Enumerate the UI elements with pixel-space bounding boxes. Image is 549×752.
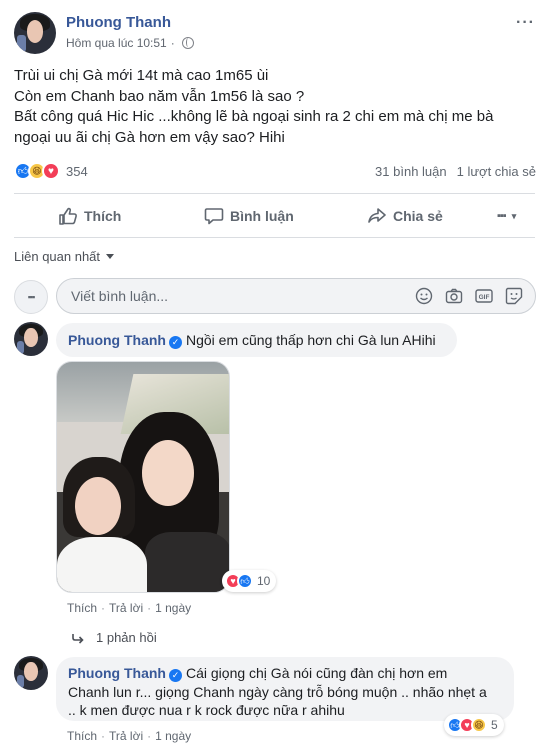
post-text-line: Trùi ui chị Gà mới 14t mà cao 1m65 ùi: [14, 67, 269, 84]
like-button-label: Thích: [84, 208, 122, 224]
post-meta: Hôm qua lúc 10:51 ·: [66, 36, 194, 50]
comment-text-line: .. k men được nua r k rock được nữa r ah…: [68, 702, 345, 718]
haha-reaction-icon: 😆︎: [471, 717, 487, 733]
comment-reply-link[interactable]: Trả lời: [109, 729, 143, 743]
comment-reaction-count: 5: [491, 718, 498, 732]
audience-icon: ▪▪▪: [497, 210, 507, 222]
composer-icons: GIF: [415, 287, 523, 305]
post-text-line: Còn em Chanh bao năm vẫn 1m56 là sao ?: [14, 87, 305, 105]
sticker-icon[interactable]: [505, 287, 523, 305]
comment-text-line: Chanh lun r... giọng Chanh ngày càng trỗ…: [68, 683, 487, 700]
like-button[interactable]: Thích: [58, 207, 121, 225]
comment-reactions[interactable]: ♥ 👍︎ 10: [222, 570, 277, 592]
comment-author-name[interactable]: Phuong Thanh: [68, 332, 166, 348]
post-text-line: Bất công quá Hic Hic ...không lẽ bà ngoạ…: [14, 108, 494, 125]
svg-text:GIF: GIF: [479, 294, 490, 301]
camera-icon[interactable]: [445, 287, 463, 305]
comment-like-link[interactable]: Thích: [67, 601, 97, 615]
post-author-name[interactable]: Phuong Thanh: [66, 14, 171, 31]
author-avatar[interactable]: [14, 12, 56, 54]
comment-author-name[interactable]: Phuong Thanh: [68, 665, 166, 681]
current-user-avatar[interactable]: ▪▪▪: [14, 280, 48, 314]
comment-filter-dropdown[interactable]: Liên quan nhất: [14, 249, 115, 264]
share-arrow-icon: [368, 208, 386, 223]
post-text-line: ngoại uu ãi chị Gà hơn em vậy sao? Hihi: [14, 128, 285, 146]
comment-actions: Thích · Trả lời · 1 ngày: [67, 729, 192, 743]
post-action-bar: Thích Bình luận Chia sẻ ▪▪▪ ▾: [0, 196, 549, 236]
emoji-icon[interactable]: [415, 287, 433, 305]
comment-time[interactable]: 1 ngày: [155, 729, 191, 743]
gif-icon[interactable]: GIF: [475, 287, 493, 305]
comment-reply-link[interactable]: Trả lời: [109, 601, 143, 615]
comment-bubble-icon: [204, 208, 224, 225]
comment-input-placeholder: Viết bình luận...: [71, 288, 169, 304]
share-audience-dropdown[interactable]: ▪▪▪ ▾: [497, 210, 516, 222]
comment-button[interactable]: Bình luận: [204, 207, 294, 225]
divider: [14, 237, 535, 238]
comment-bubble: Phuong Thanh ✓ Ngồi em cũng thấp hơn chi G…: [56, 323, 457, 357]
comment-like-link[interactable]: Thích: [67, 729, 97, 743]
comment-author-avatar[interactable]: [14, 656, 48, 690]
comments-count[interactable]: 31 bình luận: [375, 164, 447, 179]
verified-icon: ✓: [168, 336, 182, 349]
share-button[interactable]: Chia sẻ: [367, 207, 443, 225]
comment-time[interactable]: 1 ngày: [155, 601, 191, 615]
post-header: Phuong Thanh Hôm qua lúc 10:51 · ···: [0, 0, 549, 60]
comment-reactions[interactable]: 👍︎ ♥ 😆︎ 5: [444, 714, 504, 736]
comment-button-label: Bình luận: [230, 208, 294, 224]
reply-arrow-icon: [72, 633, 84, 644]
chevron-down-icon: ▾: [511, 210, 517, 221]
post-text: Trùi ui chị Gà mới 14t mà cao 1m65 ùi Cò…: [14, 66, 534, 148]
comment-reaction-count: 10: [257, 574, 271, 588]
more-horizontal-icon[interactable]: ···: [516, 14, 535, 32]
replies-count-label: 1 phản hồi: [96, 630, 157, 645]
thumbs-up-icon: [59, 207, 77, 225]
verified-icon: ✓: [168, 669, 182, 682]
comment-input[interactable]: Viết bình luận... GIF: [56, 278, 536, 314]
like-reaction-icon: 👍︎: [237, 573, 253, 589]
caret-down-icon: [106, 254, 115, 259]
comment-text: Ngồi em cũng thấp hơn chi Gà lun AHihi: [185, 332, 436, 348]
share-button-label: Chia sẻ: [393, 208, 443, 224]
shares-count[interactable]: 1 lượt chia sẻ: [457, 164, 536, 179]
comment-author-avatar[interactable]: [14, 322, 48, 356]
post-timestamp[interactable]: Hôm qua lúc 10:51: [66, 36, 167, 50]
divider: [14, 193, 535, 194]
comment-bubble: Phuong Thanh ✓ Cái giọng chị Gà nói cũng đ…: [56, 657, 514, 721]
reaction-count[interactable]: 354: [66, 164, 88, 179]
comment-text-line: Cái giọng chị Gà nói cũng đàn chị hơn em: [185, 665, 448, 681]
view-replies-link[interactable]: 1 phản hồi: [70, 630, 157, 645]
globe-icon[interactable]: [181, 37, 194, 49]
comment-filter-label: Liên quan nhất: [14, 249, 101, 264]
love-reaction-icon[interactable]: ♥: [42, 162, 60, 180]
comment-photo[interactable]: [56, 361, 230, 593]
comment-actions: Thích · Trả lời · 1 ngày: [67, 601, 192, 615]
reactions-summary: 👍︎ 😆︎ ♥ 354 31 bình luận 1 lượt chia sẻ: [14, 158, 536, 184]
